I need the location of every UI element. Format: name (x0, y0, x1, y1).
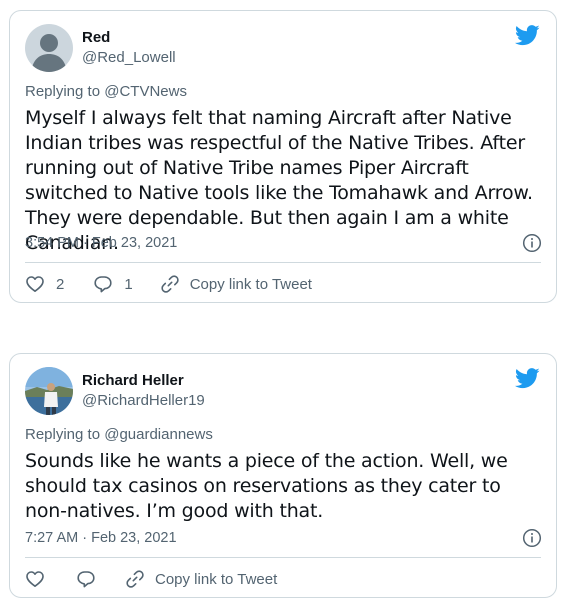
reply-count: 1 (124, 275, 133, 293)
copy-link-label: Copy link to Tweet (155, 570, 278, 588)
default-avatar-icon[interactable] (25, 24, 73, 72)
reply-bubble-icon (94, 276, 112, 293)
reply-mention[interactable]: @guardiannews (104, 426, 213, 443)
reply-mention[interactable]: @CTVNews (104, 83, 187, 100)
link-icon (126, 570, 144, 588)
reply-bubble-icon (77, 571, 95, 588)
tweet-text: Sounds like he wants a piece of the acti… (25, 450, 508, 522)
reply-prefix: Replying to (25, 426, 101, 443)
info-icon[interactable] (522, 528, 542, 548)
twitter-bird-icon[interactable] (515, 25, 540, 46)
tweet-card[interactable]: Richard Heller @RichardHeller19 Replying… (9, 353, 557, 598)
author-handle[interactable]: @Red_Lowell (82, 49, 176, 67)
author-name[interactable]: Richard Heller (82, 372, 184, 390)
like-count: 2 (56, 275, 65, 293)
like-button[interactable]: 2 (25, 274, 64, 294)
author-handle[interactable]: @RichardHeller19 (82, 392, 205, 410)
tweet-timestamp[interactable]: 3:54 PM · Feb 23, 2021 (25, 235, 177, 251)
copy-link-button[interactable]: Copy link to Tweet (125, 569, 277, 589)
replying-to: Replying to @CTVNews (25, 83, 187, 100)
copy-link-button[interactable]: Copy link to Tweet (160, 274, 312, 294)
reply-button[interactable] (76, 569, 107, 589)
author-name[interactable]: Red (82, 29, 110, 47)
tweet-actions: Copy link to Tweet (25, 567, 541, 591)
avatar-photo[interactable] (25, 367, 73, 415)
heart-icon (26, 571, 44, 587)
copy-link-label: Copy link to Tweet (189, 275, 312, 293)
heart-icon (26, 276, 44, 292)
tweet-card[interactable]: Red @Red_Lowell Replying to @CTVNews Mys… (9, 10, 557, 303)
like-button[interactable] (25, 569, 56, 589)
info-icon[interactable] (522, 233, 542, 253)
tweet-text: Myself I always felt that naming Aircraf… (25, 107, 533, 254)
twitter-bird-icon[interactable] (515, 368, 540, 389)
divider (25, 262, 541, 263)
replying-to: Replying to @guardiannews (25, 426, 213, 443)
reply-button[interactable]: 1 (93, 274, 133, 294)
tweet-timestamp[interactable]: 7:27 AM · Feb 23, 2021 (25, 530, 177, 546)
divider (25, 557, 541, 558)
tweet-actions: 2 1 Copy link to Tweet (25, 272, 541, 296)
reply-prefix: Replying to (25, 83, 101, 100)
link-icon (161, 275, 179, 293)
